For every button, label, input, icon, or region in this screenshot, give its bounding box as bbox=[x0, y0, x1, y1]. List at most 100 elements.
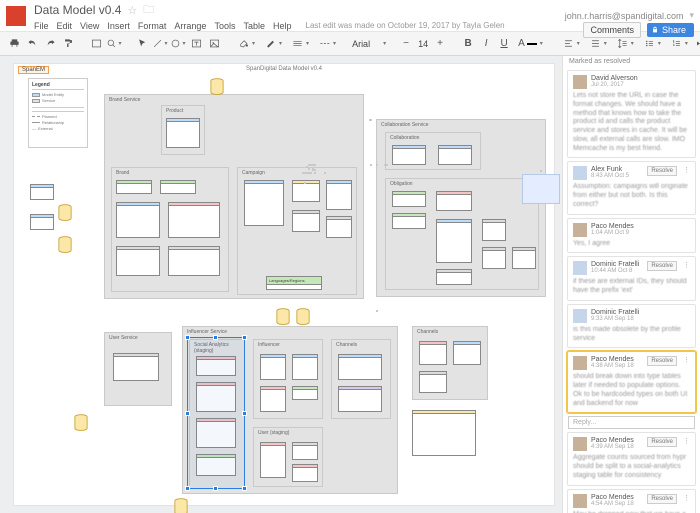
align-horizontal-icon[interactable]: ▾ bbox=[559, 36, 584, 52]
drawing-canvas[interactable]: SpanEM SpanDigital Data Model v0.4 Legen… bbox=[14, 64, 554, 505]
font-size-input[interactable]: 14 bbox=[416, 39, 430, 49]
comment-card[interactable]: David Alverson Jul 20, 2017 Lets not sto… bbox=[567, 70, 696, 158]
indent-decrease-icon[interactable] bbox=[694, 36, 700, 52]
more-icon[interactable]: ⋮ bbox=[683, 494, 690, 502]
comment-author: Alex Funk bbox=[591, 166, 643, 173]
comment-time: 8:43 AM Oct 5 bbox=[591, 173, 643, 179]
service-user[interactable]: User Service bbox=[104, 332, 172, 406]
more-icon[interactable]: ⋮ bbox=[683, 261, 690, 269]
menu-arrange[interactable]: Arrange bbox=[174, 21, 206, 31]
resolve-button[interactable]: Resolve bbox=[647, 261, 677, 271]
line-tool-icon[interactable]: ▾ bbox=[152, 36, 168, 52]
avatar bbox=[573, 223, 587, 237]
menu-bar: File Edit View Insert Format Arrange Too… bbox=[34, 21, 565, 31]
comment-body: is this made obsolete by the profile ser… bbox=[573, 326, 690, 344]
note-box[interactable] bbox=[522, 174, 560, 204]
comment-card[interactable]: Paco Mendes 4:54 AM Sep 18 Resolve ⋮ May… bbox=[567, 489, 696, 513]
image-icon[interactable] bbox=[206, 36, 222, 52]
comment-body: Yes, I agree bbox=[573, 240, 690, 249]
text-color-icon[interactable]: A▾ bbox=[514, 36, 547, 52]
menu-tools[interactable]: Tools bbox=[214, 21, 235, 31]
underline-icon[interactable]: U bbox=[496, 36, 512, 52]
print-icon[interactable] bbox=[6, 36, 22, 52]
ext-box[interactable] bbox=[30, 214, 54, 230]
comment-time: 10:44 AM Oct 8 bbox=[591, 268, 643, 274]
database-icon bbox=[58, 236, 72, 254]
font-size-increase[interactable]: + bbox=[432, 36, 448, 52]
ext-box[interactable] bbox=[30, 184, 54, 200]
text-box-icon[interactable] bbox=[188, 36, 204, 52]
database-icon bbox=[174, 498, 188, 513]
resolve-button[interactable]: Resolve bbox=[647, 437, 677, 447]
more-icon[interactable]: ⋮ bbox=[683, 166, 690, 174]
last-edit-text[interactable]: Last edit was made on October 19, 2017 b… bbox=[306, 21, 505, 31]
italic-icon[interactable]: I bbox=[478, 36, 494, 52]
comment-card[interactable]: Alex Funk 8:43 AM Oct 5 Resolve ⋮ Assump… bbox=[567, 161, 696, 214]
comment-body: Aggregate counts sourced from hypr shoul… bbox=[573, 454, 690, 480]
star-icon[interactable]: ☆ bbox=[127, 4, 137, 17]
menu-help[interactable]: Help bbox=[273, 21, 292, 31]
folder-icon[interactable]: 🗀 bbox=[143, 1, 154, 20]
zoom-icon[interactable]: ▾ bbox=[106, 36, 122, 52]
comment-card[interactable]: Paco Mendes 4:39 AM Sep 18 Resolve ⋮ Agg… bbox=[567, 432, 696, 485]
avatar bbox=[573, 356, 587, 370]
line-dash-icon[interactable]: ▾ bbox=[315, 36, 340, 52]
comment-time: 4:54 AM Sep 18 bbox=[591, 501, 643, 507]
menu-format[interactable]: Format bbox=[138, 21, 167, 31]
comment-body: Assumption: campaigns will originate fro… bbox=[573, 183, 690, 209]
bold-icon[interactable]: B bbox=[460, 36, 476, 52]
canvas-doc-title: SpanDigital Data Model v0.4 bbox=[246, 66, 322, 72]
zoom-fit-icon[interactable] bbox=[88, 36, 104, 52]
paint-format-icon[interactable] bbox=[60, 36, 76, 52]
menu-file[interactable]: File bbox=[34, 21, 49, 31]
reply-input[interactable]: Reply... bbox=[568, 416, 695, 429]
font-size-decrease[interactable]: − bbox=[398, 36, 414, 52]
database-icon bbox=[276, 308, 290, 326]
user-email[interactable]: john.r.harris@spandigital.com bbox=[565, 11, 684, 21]
more-icon[interactable]: ⋮ bbox=[683, 437, 690, 445]
comment-time: 4:39 AM Sep 18 bbox=[591, 444, 643, 450]
resolve-button[interactable]: Resolve bbox=[647, 166, 677, 176]
selection-outline bbox=[187, 337, 245, 489]
avatar bbox=[573, 75, 587, 89]
fill-color-icon[interactable]: ▾ bbox=[234, 36, 259, 52]
resolve-button[interactable]: Resolve bbox=[647, 494, 677, 504]
comment-card[interactable]: Dominic Fratelli 9:33 AM Sep 18 is this … bbox=[567, 304, 696, 349]
avatar bbox=[573, 494, 587, 508]
avatar bbox=[573, 309, 587, 323]
comment-time: Jul 20, 2017 bbox=[591, 82, 690, 88]
comment-card[interactable]: Dominic Fratelli 10:44 AM Oct 8 Resolve … bbox=[567, 256, 696, 301]
menu-table[interactable]: Table bbox=[243, 21, 265, 31]
select-tool-icon[interactable] bbox=[134, 36, 150, 52]
service-channels-ext[interactable]: Channels bbox=[412, 326, 488, 400]
menu-insert[interactable]: Insert bbox=[107, 21, 130, 31]
database-icon bbox=[210, 78, 224, 96]
comment-card[interactable]: Paco Mendes 4:38 AM Sep 18 Resolve ⋮ sho… bbox=[567, 351, 696, 413]
shape-tool-icon[interactable]: ▾ bbox=[170, 36, 186, 52]
service-brand[interactable]: Brand Service Product Brand Campaign bbox=[104, 94, 364, 299]
doc-title[interactable]: Data Model v0.4 bbox=[34, 3, 121, 17]
font-family-select[interactable]: Arial bbox=[352, 39, 380, 49]
canvas-container: SpanEM SpanDigital Data Model v0.4 Legen… bbox=[0, 56, 562, 513]
comment-card[interactable]: Paco Mendes 1:04 AM Oct 9 Yes, I agree bbox=[567, 218, 696, 254]
canvas-doc-label: SpanEM bbox=[18, 66, 49, 74]
line-color-icon[interactable]: ▾ bbox=[261, 36, 286, 52]
more-icon[interactable]: ⋮ bbox=[683, 356, 690, 364]
avatar bbox=[573, 261, 587, 275]
redo-icon[interactable] bbox=[42, 36, 58, 52]
comments-button[interactable]: Comments bbox=[583, 22, 641, 38]
comment-author: Paco Mendes bbox=[591, 494, 643, 501]
undo-icon[interactable] bbox=[24, 36, 40, 52]
share-button[interactable]: Share bbox=[647, 23, 694, 37]
menu-edit[interactable]: Edit bbox=[57, 21, 73, 31]
app-logo bbox=[6, 6, 26, 26]
database-icon bbox=[296, 308, 310, 326]
note-box[interactable] bbox=[412, 410, 476, 456]
resolve-button[interactable]: Resolve bbox=[647, 356, 677, 366]
menu-view[interactable]: View bbox=[80, 21, 99, 31]
comment-time: 1:04 AM Oct 9 bbox=[591, 230, 690, 236]
service-collab[interactable]: Collaboration Service Collaboration Obli… bbox=[376, 119, 546, 297]
line-weight-icon[interactable]: ▾ bbox=[288, 36, 313, 52]
avatar bbox=[573, 437, 587, 451]
comment-author: Dominic Fratelli bbox=[591, 309, 690, 316]
